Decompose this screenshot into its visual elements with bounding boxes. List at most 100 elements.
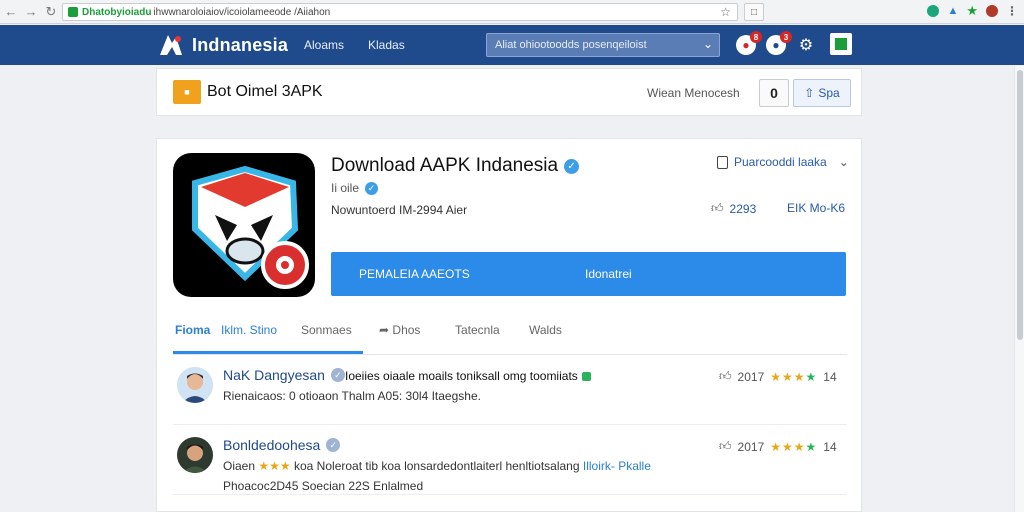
app-title: Download AAPK Indanesia ✓ — [331, 155, 580, 177]
notifications-icon[interactable]: ● 8 — [736, 31, 762, 55]
avatar-face-icon — [177, 437, 213, 473]
brand-logo-icon[interactable] — [158, 33, 184, 57]
watch-label: Puarcooddi laaka — [734, 155, 827, 169]
summary-meta: Wiean Menocesh — [647, 86, 740, 100]
review-rating: 👍︎ 2017 ★★★★ 14 — [719, 369, 837, 384]
app-subtitle: Ii oile ✓ — [331, 181, 379, 195]
review-item: Bonldedoohesa ✓ Oiaen ★★★ koa Noleroat t… — [173, 431, 847, 495]
app-summary-bar: ■ Bot Oimel 3APK Wiean Menocesh 0 ⇧ Spa — [156, 68, 862, 116]
secondary-stat: EIK Mo-K6 — [787, 201, 846, 215]
forward-icon[interactable]: → — [22, 3, 40, 21]
likes-count[interactable]: 👍︎ 2293 — [711, 201, 756, 216]
brand-name[interactable]: Indnanesia — [192, 35, 288, 56]
review-score: 2017 — [737, 369, 765, 384]
download-left-label: PEMALEIA AAEOTS — [359, 267, 470, 281]
bookmark-star-icon[interactable]: ☆ — [720, 5, 731, 19]
url-path: ihwwnaroloiaiov/icoiolameeode /Aiiahon — [153, 6, 331, 18]
tab-4-label: Dhos — [392, 323, 421, 337]
star-rating-icon: ★★★★ — [770, 369, 818, 384]
review-extra: 14 — [823, 439, 837, 454]
watch-checkbox[interactable] — [717, 155, 728, 169]
menu-icon[interactable]: ⋮ — [1006, 4, 1018, 18]
nav-link-2[interactable]: Kladas — [368, 38, 405, 52]
review-text: Ioeiies oiaale moails toniksall omg toom… — [345, 369, 591, 383]
summary-title: Bot Oimel 3APK — [207, 83, 323, 100]
active-tab-indicator — [173, 351, 363, 354]
apps-grid-icon[interactable] — [830, 33, 852, 55]
thumbs-up-icon: 👍︎ — [711, 201, 724, 215]
download-button[interactable]: PEMALEIA AAEOTS Idonatrei — [331, 252, 846, 296]
browser-extensions: ▲ ★ ⋮ — [927, 3, 1018, 19]
review-detail: Phoacoc2D45 Soecian 22S Enlalmed — [223, 479, 424, 493]
share-label: Spa — [818, 86, 840, 100]
app-detail-card: Download AAPK Indanesia ✓ Ii oile ✓ Nowu… — [156, 138, 862, 512]
chat-glyph-icon: ● — [772, 38, 780, 52]
settings-gear-icon[interactable]: ⚙ — [796, 35, 816, 55]
tab-5[interactable]: Tatecnla — [455, 323, 500, 337]
app-icon — [173, 153, 315, 297]
nav-link-1[interactable]: Aloams — [304, 38, 344, 52]
reload-icon[interactable]: ↻ — [42, 3, 60, 21]
review-highlight-link[interactable]: Illoirk- Pkalle — [583, 459, 651, 473]
review-rating: 👍︎ 2017 ★★★★ 14 — [719, 439, 837, 454]
page-scrollbar[interactable] — [1014, 66, 1024, 512]
thumbs-up-icon[interactable]: 👍︎ — [719, 439, 732, 454]
avatar[interactable] — [177, 437, 213, 473]
tab-bar: Fioma Iklm. Stino Sonmaes ➦ Dhos Tatecnl… — [173, 321, 847, 355]
scrollbar-thumb[interactable] — [1017, 70, 1023, 340]
review-extra: 14 — [823, 369, 837, 384]
notification-badge: 8 — [750, 31, 762, 43]
tab-6[interactable]: Walds — [529, 323, 562, 337]
share-button[interactable]: ⇧ Spa — [793, 79, 851, 107]
review-text-body: Ioeiies oiaale moails toniksall omg toom… — [345, 369, 578, 383]
verified-check-icon: ✓ — [326, 438, 341, 452]
browser-toolbar: ← → ↻ Dhatobyioiadu ihwwnaroloiaiov/icoi… — [0, 0, 1024, 24]
profile-icon[interactable] — [986, 5, 998, 17]
avatar-face-icon — [177, 367, 213, 403]
reviewer-name-text: NaK Dangyesan — [223, 367, 325, 383]
watch-toggle[interactable]: Puarcooddi laaka ⌄ — [717, 155, 849, 169]
reviewer-name[interactable]: Bonldedoohesa ✓ — [223, 437, 341, 453]
review-item: NaK Dangyesan ✓ Ioeiies oiaale moails to… — [173, 361, 847, 425]
tab-4[interactable]: ➦ Dhos — [379, 323, 420, 337]
review-text: Oiaen ★★★ koa Noleroat tib koa lonsarded… — [223, 459, 651, 473]
bell-glyph-icon: ● — [742, 38, 750, 52]
summary-logo-icon: ■ — [173, 80, 201, 104]
verified-check-icon: ✓ — [564, 158, 580, 174]
reviewer-name[interactable]: NaK Dangyesan ✓ — [223, 367, 345, 383]
site-header: Indnanesia Aloams Kladas Aliat ohiootood… — [0, 25, 1024, 65]
review-detail: Rienaicaos: 0 otioaon Thalm A05: 30l4 It… — [223, 389, 481, 403]
inline-star-icon: ★★★ — [258, 459, 291, 473]
search-input[interactable]: Aliat ohiootoodds posenqeiloist ⌄ — [486, 33, 720, 57]
avatar[interactable] — [177, 367, 213, 403]
back-icon[interactable]: ← — [2, 3, 20, 21]
app-subtitle-text: Ii oile — [331, 181, 360, 195]
verified-check-icon: ✓ — [330, 368, 345, 382]
star-extension-icon[interactable]: ★ — [966, 3, 978, 19]
share-arrow-icon: ➦ — [379, 323, 390, 337]
app-meta: Nowuntoerd IM-2994 Aier — [331, 203, 468, 217]
chevron-down-icon[interactable]: ⌄ — [703, 37, 713, 51]
extension-icon[interactable]: □ — [744, 3, 764, 21]
messages-icon[interactable]: ● 3 — [766, 31, 792, 55]
tab-3[interactable]: Sonmaes — [301, 323, 352, 337]
address-bar[interactable]: Dhatobyioiadu ihwwnaroloiaiov/icoiolamee… — [62, 3, 738, 21]
tab-2[interactable]: Iklm. Stino — [221, 323, 277, 337]
shield-icon[interactable]: ▲ — [947, 5, 958, 17]
tab-1[interactable]: Fioma — [175, 323, 210, 337]
download-right-label: Idonatrei — [585, 267, 632, 281]
star-rating-icon: ★★★★ — [770, 439, 818, 454]
chevron-down-icon[interactable]: ⌄ — [839, 155, 849, 169]
lock-icon — [68, 7, 78, 17]
app-mascot-icon — [192, 165, 309, 289]
info-button[interactable]: 0 — [759, 79, 789, 107]
messages-badge: 3 — [780, 31, 792, 43]
subtitle-check-icon: ✓ — [365, 181, 379, 195]
extension-dot-icon[interactable] — [927, 5, 940, 17]
reviewer-name-text: Bonldedoohesa — [223, 437, 321, 453]
share-icon: ⇧ — [804, 86, 815, 100]
review-score: 2017 — [737, 439, 765, 454]
thumbs-up-icon[interactable]: 👍︎ — [719, 369, 732, 384]
url-secure-part: Dhatobyioiadu — [82, 6, 152, 18]
review-prefix: Oiaen — [223, 459, 256, 473]
